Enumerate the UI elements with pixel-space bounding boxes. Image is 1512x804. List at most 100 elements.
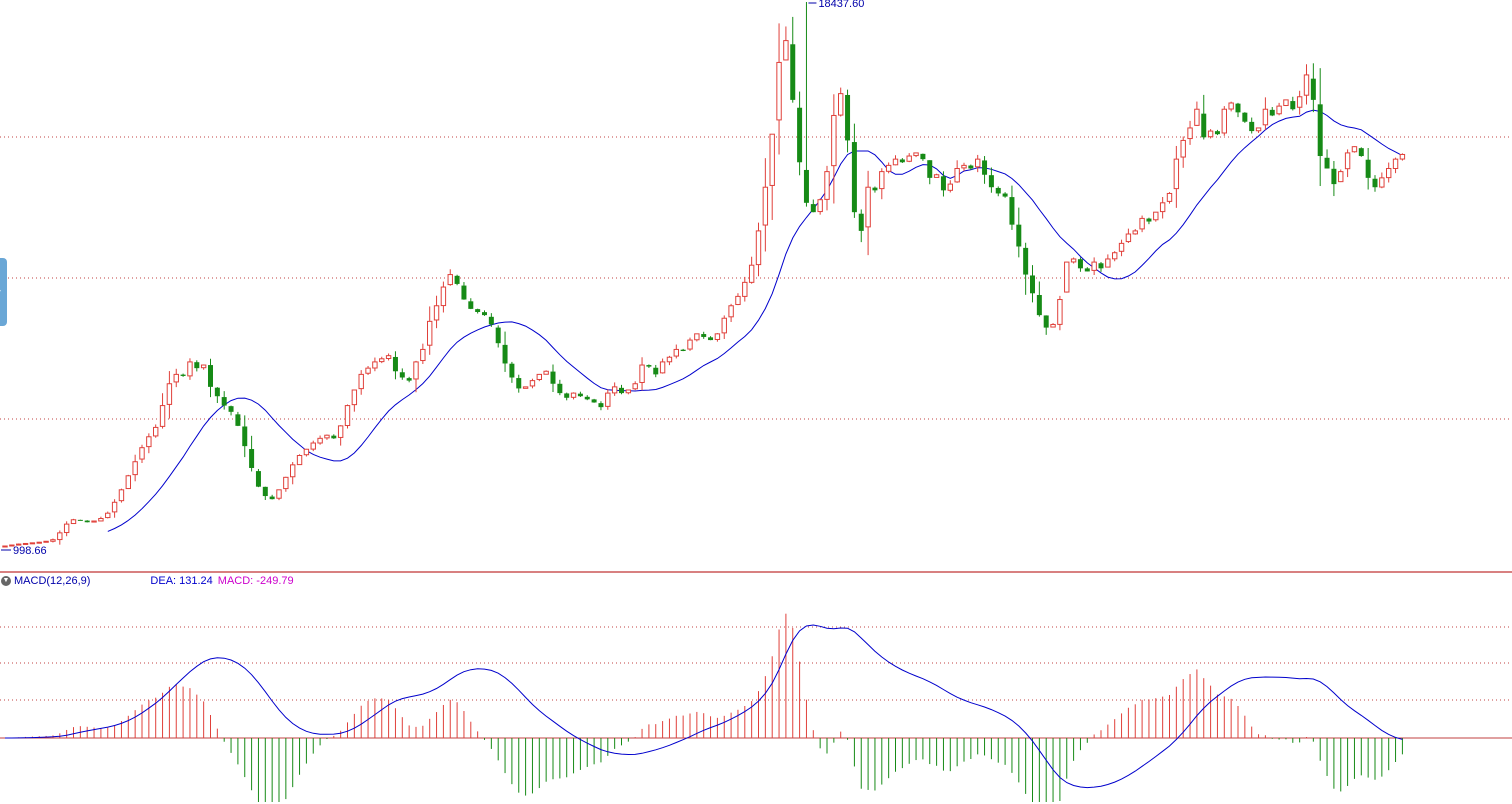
candle-body bbox=[961, 164, 967, 169]
candle-body bbox=[933, 174, 940, 178]
candle-body bbox=[488, 316, 494, 325]
candle-body bbox=[1023, 247, 1029, 275]
candlestick bbox=[77, 519, 83, 521]
candle-body bbox=[1180, 139, 1186, 158]
candle-body bbox=[1372, 178, 1378, 188]
candle-body bbox=[543, 370, 549, 375]
candlestick bbox=[2, 545, 8, 548]
candle-body bbox=[968, 165, 974, 169]
candle-body bbox=[1338, 171, 1344, 183]
candle-body bbox=[742, 281, 748, 297]
candlestick bbox=[255, 468, 261, 488]
candle-body bbox=[1009, 197, 1015, 225]
candlestick bbox=[385, 353, 392, 361]
candlestick bbox=[824, 165, 830, 211]
candlestick bbox=[961, 162, 967, 171]
candle-body bbox=[365, 367, 371, 374]
candlestick bbox=[653, 364, 659, 378]
candle-body bbox=[988, 175, 994, 188]
candle-body bbox=[427, 320, 433, 346]
candlestick bbox=[570, 392, 577, 400]
candlestick bbox=[1351, 146, 1358, 153]
dea-line bbox=[5, 624, 1403, 789]
macd-indicator-label[interactable]: MACD(12,26,9) bbox=[14, 575, 90, 587]
moving-average-line bbox=[107, 109, 1403, 532]
candle-body bbox=[714, 333, 721, 340]
candle-body bbox=[385, 355, 392, 360]
candlestick bbox=[454, 274, 460, 286]
candlestick bbox=[1262, 97, 1269, 130]
candle-body bbox=[296, 454, 303, 466]
candlestick bbox=[975, 154, 981, 173]
candlestick bbox=[1324, 149, 1330, 169]
candle-body bbox=[1016, 224, 1022, 247]
candle-body bbox=[36, 541, 42, 544]
candle-body bbox=[1290, 101, 1296, 110]
candle-body bbox=[666, 356, 673, 363]
candlestick bbox=[1242, 112, 1248, 123]
candlestick bbox=[427, 306, 433, 355]
candle-body bbox=[1386, 168, 1392, 179]
candlestick bbox=[105, 511, 111, 519]
candlestick bbox=[399, 368, 405, 380]
candle-body bbox=[1030, 275, 1035, 294]
candle-body bbox=[214, 387, 220, 397]
candlestick bbox=[1372, 175, 1378, 192]
candle-body bbox=[139, 447, 145, 460]
candle-body bbox=[1153, 211, 1159, 221]
collapse-icon[interactable]: ▼ bbox=[1, 575, 11, 586]
candlestick bbox=[803, 2, 809, 207]
candlestick bbox=[1290, 96, 1296, 111]
candle-body bbox=[283, 476, 289, 490]
candlestick bbox=[29, 542, 36, 545]
macd-legend: ▼ MACD(12,26,9) DEA: 131.24 MACD: -249.7… bbox=[0, 573, 294, 588]
candle-body bbox=[879, 171, 885, 190]
candle-body bbox=[221, 397, 227, 406]
candlestick bbox=[906, 153, 912, 163]
candlestick bbox=[70, 518, 77, 525]
candle-body bbox=[255, 471, 261, 487]
candle-body bbox=[317, 437, 323, 444]
candlestick bbox=[228, 405, 234, 416]
candlestick bbox=[529, 378, 536, 389]
candle-body bbox=[1351, 146, 1358, 153]
candle-body bbox=[625, 389, 632, 394]
candle-body bbox=[242, 426, 248, 447]
candlestick bbox=[865, 170, 871, 256]
candlestick bbox=[1399, 153, 1406, 161]
candlestick bbox=[885, 162, 892, 174]
candle-body bbox=[824, 171, 830, 200]
candlestick bbox=[701, 331, 707, 339]
candle-body bbox=[63, 523, 70, 534]
candlestick bbox=[797, 91, 803, 176]
candlestick bbox=[1036, 281, 1042, 317]
candlestick bbox=[392, 351, 398, 380]
candlestick bbox=[420, 343, 426, 364]
candle-body bbox=[70, 519, 77, 525]
candle-body bbox=[495, 327, 501, 344]
candle-body bbox=[865, 186, 871, 228]
candle-body bbox=[1187, 127, 1193, 140]
candle-body bbox=[701, 334, 707, 337]
candlestick bbox=[1392, 157, 1399, 174]
candlestick bbox=[495, 325, 501, 348]
candlestick bbox=[1249, 117, 1255, 134]
candlestick bbox=[1338, 169, 1344, 183]
side-panel-toggle[interactable]: › bbox=[0, 258, 7, 326]
candle-body bbox=[2, 545, 8, 548]
candle-body bbox=[509, 363, 515, 378]
candle-body bbox=[228, 406, 234, 412]
candle-body bbox=[1324, 157, 1330, 169]
candlestick bbox=[91, 520, 97, 523]
candlestick bbox=[461, 282, 467, 300]
candlestick bbox=[290, 462, 296, 485]
candle-body bbox=[1091, 261, 1097, 271]
candlestick bbox=[646, 364, 652, 368]
candlestick bbox=[1009, 185, 1015, 230]
candle-body bbox=[529, 380, 536, 387]
candlestick bbox=[564, 392, 570, 401]
candlestick bbox=[995, 186, 1001, 197]
candle-body bbox=[358, 373, 364, 390]
candle-body bbox=[1296, 96, 1303, 108]
candlestick bbox=[98, 516, 104, 522]
